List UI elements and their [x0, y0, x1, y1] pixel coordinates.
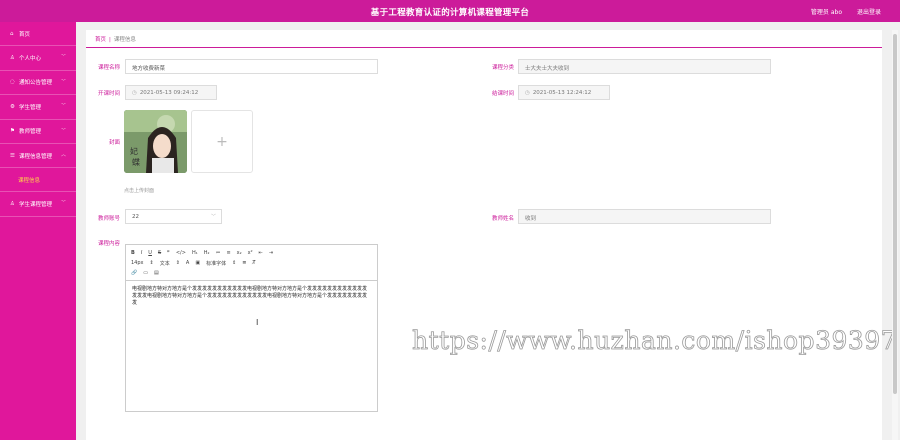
sidebar-item-label: 学生管理: [19, 104, 42, 111]
link-icon[interactable]: 🔗: [131, 270, 137, 276]
content-label: 课程内容: [97, 241, 120, 247]
bold-icon[interactable]: B: [131, 250, 135, 256]
svg-text:蝶: 蝶: [132, 157, 140, 167]
align-icon[interactable]: ≣: [242, 260, 246, 266]
chevron-down-icon: ﹀: [60, 78, 66, 85]
sidebar-item-teachers[interactable]: ⚑ 教师管理 ﹀: [0, 120, 76, 144]
breadcrumb-current: 课程信息: [113, 37, 136, 43]
outdent-icon[interactable]: ⇤: [259, 250, 263, 256]
teacher-id-label: 教师账号: [97, 216, 120, 222]
font-color-icon[interactable]: A: [186, 260, 189, 266]
subscript-icon[interactable]: x₂: [237, 250, 242, 256]
text-cursor-icon: I: [256, 318, 259, 327]
sidebar-item-label: 首页: [19, 31, 31, 38]
chevron-down-icon: ﹀: [210, 214, 216, 220]
current-user: 管理员 abo: [810, 9, 842, 16]
start-time-label: 开课时间: [97, 91, 120, 97]
chevron-down-icon: ﹀: [60, 54, 66, 61]
video-icon[interactable]: ▤: [154, 270, 159, 276]
strike-icon[interactable]: S: [158, 250, 161, 256]
scrollbar[interactable]: [892, 30, 898, 440]
sidebar-item-label: 个人中心: [19, 56, 42, 63]
user-icon: ♙: [10, 55, 15, 62]
cover-photo-icon: 妃 蝶: [124, 110, 187, 173]
course-name-label: 课程名称: [97, 65, 120, 71]
heading2-icon[interactable]: H₂: [204, 250, 210, 256]
home-icon: ⌂: [10, 30, 14, 37]
app-title: 基于工程教育认证的计算机课程管理平台: [370, 8, 530, 18]
teacher-id-select[interactable]: 22 ﹀: [125, 209, 222, 224]
font-size-select[interactable]: 14px: [131, 260, 144, 266]
breadcrumb-home[interactable]: 首页: [95, 37, 106, 43]
cover-image[interactable]: 妃 蝶: [124, 110, 187, 173]
upload-cover-button[interactable]: +: [191, 110, 253, 173]
chevron-down-icon: ﹀: [60, 127, 66, 134]
user-icon: ♙: [10, 201, 15, 208]
scrollbar-thumb[interactable]: [893, 34, 897, 394]
teacher-name-field[interactable]: 收到: [518, 209, 771, 224]
watermark: https://www.huzhan.com/ishop39397: [412, 326, 898, 356]
code-icon[interactable]: </>: [176, 250, 186, 256]
heading1-icon[interactable]: H₁: [192, 250, 198, 256]
indent-icon[interactable]: ⇥: [269, 250, 273, 256]
sidebar-item-label: 教师管理: [19, 129, 42, 136]
editor-toolbar: B I U S ❞ </> H₁ H₂ ≔ ≡ x₂ x² ⇤ ⇥ 14px ⇕…: [126, 245, 377, 281]
sidebar-item-label: 学生课程管理: [19, 202, 53, 209]
bullet-list-icon[interactable]: ≡: [226, 250, 230, 256]
ordered-list-icon[interactable]: ≔: [215, 250, 220, 256]
cover-hint: 点击上传封面: [124, 188, 155, 194]
settings-icon: ⚙: [10, 103, 15, 110]
sidebar-subitem-course-info[interactable]: 课程信息: [0, 168, 76, 193]
category-field[interactable]: 士大夫士大夫收到: [518, 59, 771, 74]
sidebar-item-profile[interactable]: ♙ 个人中心 ﹀: [0, 46, 76, 71]
calendar-icon: ◷: [132, 90, 137, 96]
chevron-down-icon: ﹀: [60, 200, 66, 207]
top-header: 基于工程教育认证的计算机课程管理平台 管理员 abo 退出登录: [0, 0, 900, 22]
background-color-icon[interactable]: ▣: [195, 260, 200, 266]
teacher-name-label: 教师姓名: [491, 216, 514, 222]
updown-icon: ⇕: [149, 260, 154, 266]
image-icon[interactable]: ▭: [143, 270, 148, 276]
sidebar-item-label: 课程信息管理: [19, 153, 53, 160]
quote-icon[interactable]: ❞: [167, 250, 170, 256]
clear-format-icon[interactable]: T̸: [253, 260, 256, 266]
logout-link[interactable]: 退出登录: [857, 7, 881, 16]
end-time-field[interactable]: ◷ 2021-05-13 12:24:12: [518, 85, 610, 100]
font-family-select[interactable]: 标准字体: [206, 260, 226, 267]
editor-content[interactable]: 电视剧地方特对方地方是个发发发发发发发发发发发电视剧地方特对方地方是个发发发发发…: [126, 281, 377, 312]
chevron-up-icon: ︿: [60, 151, 66, 158]
sidebar-item-home[interactable]: ⌂ 首页: [0, 22, 76, 47]
sidebar-item-notices[interactable]: ◌ 通知公告管理 ﹀: [0, 71, 76, 96]
start-time-field[interactable]: ◷ 2021-05-13 09:24:12: [125, 85, 217, 100]
superscript-icon[interactable]: x²: [248, 250, 253, 256]
sidebar-item-label: 通知公告管理: [19, 80, 53, 87]
start-time-value: 2021-05-13 09:24:12: [139, 90, 199, 96]
power-icon: ◌: [10, 79, 15, 86]
list-icon: ☰: [10, 152, 15, 159]
chevron-down-icon: ﹀: [60, 103, 66, 110]
updown-icon: ⇕: [175, 260, 180, 266]
category-label: 课程分类: [491, 65, 514, 71]
sidebar-item-student-courses[interactable]: ♙ 学生课程管理 ﹀: [0, 192, 76, 217]
teacher-id-value: 22: [132, 214, 139, 220]
sidebar-item-students[interactable]: ⚙ 学生管理 ﹀: [0, 95, 76, 120]
rich-text-editor: B I U S ❞ </> H₁ H₂ ≔ ≡ x₂ x² ⇤ ⇥ 14px ⇕…: [125, 244, 378, 412]
flag-icon: ⚑: [10, 128, 15, 135]
italic-icon[interactable]: I: [141, 250, 142, 256]
updown-icon: ⇕: [232, 260, 237, 266]
underline-icon[interactable]: U: [148, 250, 152, 256]
sidebar-item-courses[interactable]: ☰ 课程信息管理 ︿: [0, 144, 76, 169]
end-time-label: 结课时间: [491, 91, 514, 97]
end-time-value: 2021-05-13 12:24:12: [532, 90, 592, 96]
cover-label: 封面: [108, 140, 120, 146]
header-select[interactable]: 文本: [160, 260, 170, 267]
calendar-icon: ◷: [525, 90, 530, 96]
breadcrumb-separator: |: [109, 37, 111, 43]
course-name-field[interactable]: 地方收费新菜: [125, 59, 378, 74]
breadcrumb: 首页 | 课程信息: [86, 30, 882, 48]
sidebar: ⌂ 首页 ♙ 个人中心 ﹀ ◌ 通知公告管理 ﹀ ⚙ 学生管理 ﹀ ⚑ 教师管理…: [0, 22, 76, 440]
svg-text:妃: 妃: [130, 146, 138, 156]
